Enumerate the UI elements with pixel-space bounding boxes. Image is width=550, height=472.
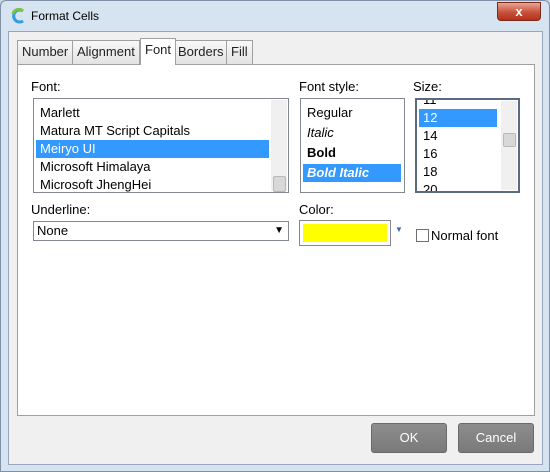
tab-borders[interactable]: Borders — [173, 40, 229, 64]
list-item-selected[interactable]: Meiryo UI — [36, 140, 269, 158]
underline-value: None — [37, 223, 69, 238]
size-label: Size: — [413, 79, 442, 94]
size-scrollbar[interactable] — [501, 101, 517, 190]
color-picker[interactable] — [299, 220, 391, 246]
list-item-selected[interactable]: 12 — [419, 109, 497, 127]
list-item[interactable]: 20 — [419, 181, 497, 191]
font-listbox[interactable]: Marlett Matura MT Script Capitals Meiryo… — [33, 98, 289, 193]
list-item[interactable]: Microsoft Himalaya — [36, 158, 269, 176]
list-item[interactable]: Bold — [303, 144, 401, 162]
font-scrollbar[interactable] — [271, 100, 287, 192]
list-item[interactable]: Italic — [303, 124, 401, 142]
color-label: Color: — [299, 202, 334, 217]
color-swatch — [303, 224, 387, 242]
underline-label: Underline: — [31, 202, 91, 217]
size-listbox[interactable]: 11 12 14 16 18 20 — [415, 98, 520, 193]
format-cells-dialog: Format Cells x Number Alignment Font Bor… — [0, 0, 550, 472]
tab-alignment[interactable]: Alignment — [72, 40, 140, 64]
app-logo-icon — [11, 8, 25, 24]
list-item[interactable]: 16 — [419, 145, 497, 163]
list-item — [36, 99, 269, 102]
list-item[interactable]: 11 — [419, 100, 497, 109]
close-icon: x — [515, 4, 523, 19]
list-item[interactable]: Marlett — [36, 104, 269, 122]
normal-font-label: Normal font — [431, 228, 499, 243]
tab-font[interactable]: Font — [140, 38, 177, 65]
list-item-selected[interactable]: Bold Italic — [303, 164, 401, 182]
close-button[interactable]: x — [497, 2, 541, 21]
list-item[interactable]: Matura MT Script Capitals — [36, 122, 269, 140]
tab-fill[interactable]: Fill — [226, 40, 253, 64]
font-style-label: Font style: — [299, 79, 359, 94]
list-item[interactable]: Microsoft JhengHei — [36, 176, 269, 192]
normal-font-checkbox[interactable] — [416, 229, 429, 242]
list-item[interactable]: Regular — [303, 104, 401, 122]
title-bar[interactable]: Format Cells x — [1, 1, 549, 31]
font-style-listbox[interactable]: Regular Italic Bold Bold Italic — [300, 98, 405, 193]
font-label: Font: — [31, 79, 61, 94]
ok-button[interactable]: OK — [371, 423, 447, 453]
cancel-button[interactable]: Cancel — [458, 423, 534, 453]
scroll-thumb[interactable] — [503, 133, 516, 147]
font-tab-panel: Font: Marlett Matura MT Script Capitals … — [17, 64, 535, 416]
chevron-down-icon: ▼ — [274, 225, 284, 236]
scroll-thumb[interactable] — [273, 176, 286, 192]
tab-number[interactable]: Number — [17, 40, 74, 64]
window-title: Format Cells — [31, 9, 100, 23]
chevron-down-icon[interactable]: ▼ — [395, 225, 403, 234]
list-item[interactable]: 18 — [419, 163, 497, 181]
dialog-client-area: Number Alignment Font Borders Fill Font:… — [8, 31, 543, 465]
underline-select[interactable]: None ▼ — [33, 221, 289, 241]
list-item[interactable]: 14 — [419, 127, 497, 145]
